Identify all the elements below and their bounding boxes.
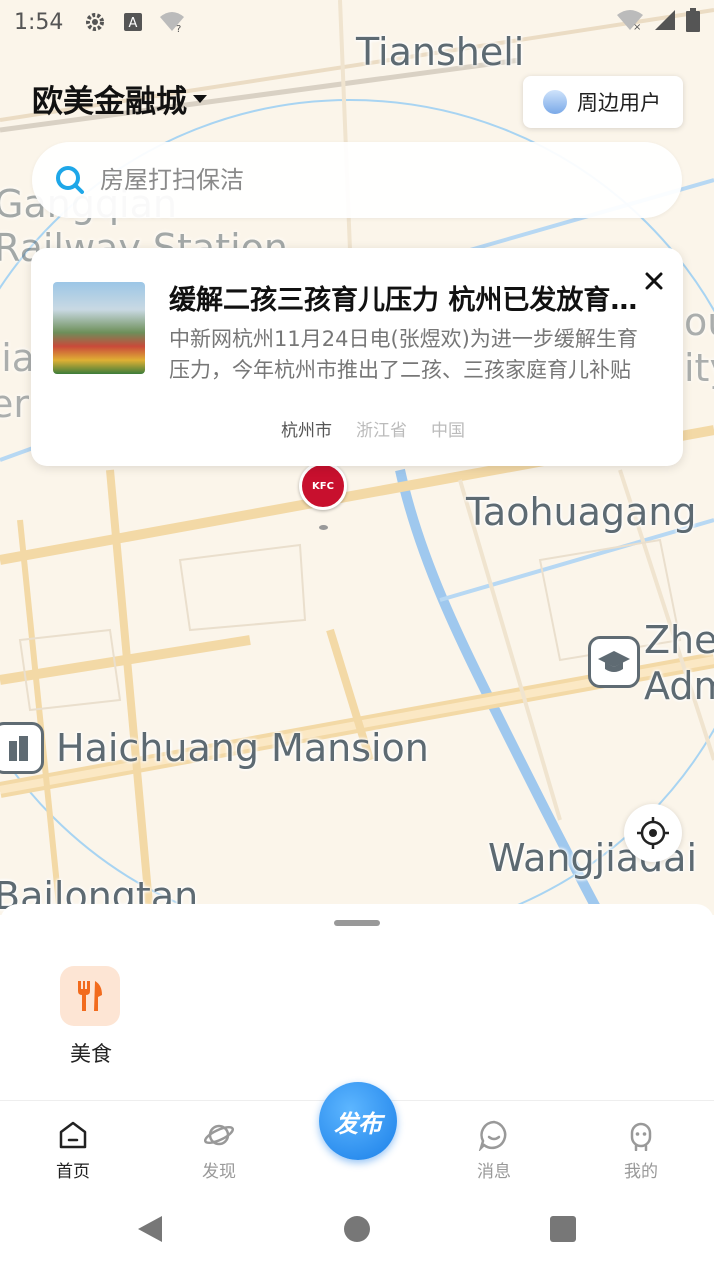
search-icon <box>56 166 84 194</box>
svg-text:?: ? <box>176 24 181 33</box>
tag-province[interactable]: 浙江省 <box>356 416 407 441</box>
tab-home-label: 首页 <box>56 1162 90 1182</box>
locate-me-button[interactable] <box>624 804 682 862</box>
map-label-right-2: ity <box>684 346 714 390</box>
map-label-right-1: ou <box>684 300 714 344</box>
search-input[interactable] <box>100 166 640 194</box>
svg-text:A: A <box>129 16 138 31</box>
news-card[interactable]: 缓解二孩三孩育儿压力 杭州已发放育儿补贴 中新网杭州11月24日电(张煜欢)为进… <box>31 248 683 466</box>
wifi-question-icon: ? <box>159 11 185 33</box>
signal-icon <box>654 9 676 35</box>
chat-bubble-icon <box>478 1120 507 1151</box>
back-triangle-icon[interactable] <box>136 1214 164 1244</box>
crosshair-icon <box>637 817 669 849</box>
map-label-left-1: Jia <box>0 336 36 380</box>
sheet-drag-handle[interactable] <box>334 920 380 926</box>
profile-icon <box>630 1122 652 1151</box>
tag-city[interactable]: 杭州市 <box>281 416 332 441</box>
map-label-zhej: Zhej <box>644 618 714 662</box>
battery-icon <box>686 8 700 36</box>
news-body: 中新网杭州11月24日电(张煜欢)为进一步缓解生育压力，今年杭州市推出了二孩、三… <box>169 327 638 382</box>
map-label-haichuang-mansion: Haichuang Mansion <box>56 726 429 770</box>
close-icon[interactable] <box>639 266 669 296</box>
nearby-users-button[interactable]: 周边用户 <box>523 76 683 128</box>
user-avatar-icon <box>543 90 567 114</box>
tag-country[interactable]: 中国 <box>431 416 465 441</box>
fork-knife-icon <box>60 966 120 1026</box>
map-label-left-2: er <box>0 382 30 426</box>
recent-apps-square-icon[interactable] <box>550 1216 576 1242</box>
city-name: 欧美金融城 <box>32 84 187 120</box>
map-label-adm: Adm <box>644 664 714 708</box>
system-nav-bar <box>0 1196 714 1271</box>
status-bar: 1:54 A ? × <box>0 0 714 44</box>
map-label-taohuagang: Taohuagang <box>466 490 697 534</box>
tab-profile[interactable]: 我的 <box>601 1119 681 1182</box>
building-poi-icon[interactable] <box>0 722 44 774</box>
news-thumbnail <box>53 282 145 374</box>
marker-shadow-dot <box>319 525 328 530</box>
kfc-map-marker[interactable]: KFC <box>299 462 347 510</box>
category-food[interactable]: 美食 <box>60 966 122 1068</box>
status-time: 1:54 <box>14 9 64 35</box>
tab-messages[interactable]: 消息 <box>454 1119 534 1182</box>
tab-discover[interactable]: 发现 <box>179 1119 259 1182</box>
news-location-tags: 杭州市 浙江省 中国 <box>281 416 465 441</box>
settings-icon <box>83 10 107 34</box>
search-bar[interactable] <box>32 142 682 218</box>
home-icon <box>59 1121 87 1149</box>
home-circle-icon[interactable] <box>344 1216 370 1242</box>
school-poi-icon[interactable] <box>588 636 640 688</box>
tab-home[interactable]: 首页 <box>33 1119 113 1182</box>
kfc-marker-label: KFC <box>312 480 334 492</box>
caret-down-icon <box>193 94 207 103</box>
planet-icon <box>203 1124 235 1146</box>
svg-text:×: × <box>633 22 641 31</box>
category-food-label: 美食 <box>70 1042 112 1066</box>
publish-label: 发布 <box>334 1109 382 1138</box>
nearby-users-label: 周边用户 <box>577 91 661 115</box>
news-title: 缓解二孩三孩育儿压力 杭州已发放育儿补贴 <box>169 285 647 316</box>
publish-button[interactable]: 发布 <box>319 1082 397 1160</box>
tab-discover-label: 发现 <box>202 1162 236 1182</box>
city-selector[interactable]: 欧美金融城 <box>32 76 207 121</box>
tab-messages-label: 消息 <box>477 1162 511 1182</box>
a-icon: A <box>123 12 143 32</box>
status-right-icons: × <box>616 8 700 36</box>
tab-profile-label: 我的 <box>624 1162 658 1182</box>
bottom-sheet[interactable]: 美食 <box>0 904 714 1104</box>
wifi-off-icon: × <box>616 9 644 35</box>
